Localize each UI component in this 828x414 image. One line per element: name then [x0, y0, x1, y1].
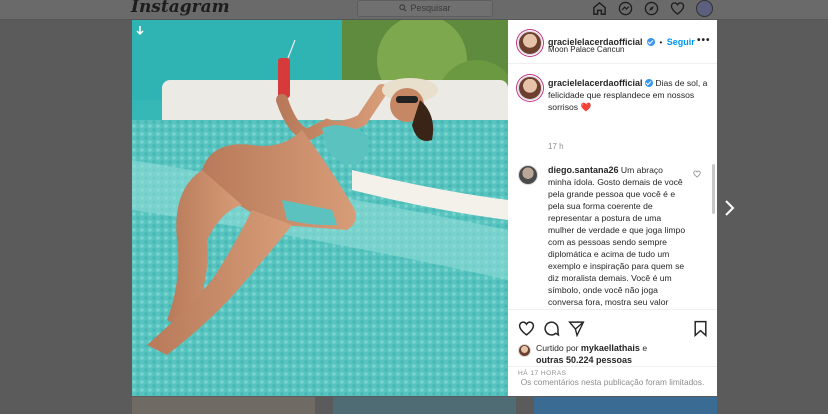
post-header: gracielelacerdaofficial • Seguir Moon Pa… [508, 20, 717, 64]
post-image [132, 20, 508, 396]
explore-icon[interactable] [644, 1, 659, 16]
likes-count-link[interactable]: outras 50.224 pessoas [536, 355, 632, 365]
post-detail-panel: gracielelacerdaofficial • Seguir Moon Pa… [508, 20, 717, 396]
save-bookmark-icon[interactable] [692, 320, 709, 337]
search-placeholder: Pesquisar [410, 3, 451, 13]
comment-username[interactable]: diego.santana26 [548, 165, 619, 175]
liker-username[interactable]: mykaellathais [581, 343, 640, 353]
caption-block: gracielelacerdaofficial Dias de sol, a f… [548, 77, 708, 113]
comments-limited-notice: Os comentários nesta publicação foram li… [508, 366, 717, 397]
author-avatar[interactable] [518, 31, 542, 55]
likes-prefix: Curtido por [536, 343, 579, 353]
like-comment-heart-icon[interactable] [693, 170, 701, 178]
grid-thumbnail[interactable] [333, 397, 516, 414]
post-photo[interactable] [132, 20, 508, 396]
verified-badge-icon [644, 79, 653, 87]
comments-scrollbar[interactable] [712, 164, 715, 214]
caption-author-avatar[interactable] [518, 76, 542, 100]
activity-heart-icon[interactable] [670, 1, 685, 16]
nav-icons [592, 0, 713, 17]
grid-thumbnail[interactable] [132, 397, 315, 414]
commenter-avatar[interactable] [518, 165, 538, 185]
profile-avatar[interactable] [696, 0, 713, 17]
share-send-icon[interactable] [568, 320, 585, 337]
messenger-icon[interactable] [618, 1, 633, 16]
search-input[interactable]: Pesquisar [357, 0, 493, 17]
comment-block: diego.santana26 Um abraço minha ídola. G… [548, 164, 688, 308]
search-icon [399, 4, 408, 12]
liker-avatar[interactable] [518, 344, 531, 357]
comment-text: Um abraço minha ídola. Gosto demais de v… [548, 165, 686, 307]
grid-thumbnail[interactable] [534, 397, 717, 414]
comment-bubble-icon[interactable] [543, 320, 560, 337]
top-navigation-bar: Instagram Pesquisar [0, 0, 828, 20]
comments-list: gracielelacerdaofficial Dias de sol, a f… [508, 64, 717, 309]
follow-button[interactable]: Seguir [667, 37, 695, 47]
likes-connector: e [642, 343, 648, 353]
separator-dot: • [659, 38, 663, 47]
caption-username[interactable]: gracielelacerdaofficial [548, 78, 643, 88]
caption-time: 17 h [548, 142, 564, 151]
verified-badge-icon [647, 38, 656, 46]
like-heart-icon[interactable] [518, 320, 535, 337]
instagram-logo[interactable]: Instagram [131, 0, 230, 17]
likes-summary: Curtido por mykaellathais e outras 50.22… [536, 342, 647, 366]
home-icon[interactable] [592, 1, 607, 16]
next-post-arrow-icon[interactable] [723, 198, 737, 218]
location-link[interactable]: Moon Palace Cancun [548, 45, 625, 54]
more-options-icon[interactable]: ••• [697, 35, 711, 46]
